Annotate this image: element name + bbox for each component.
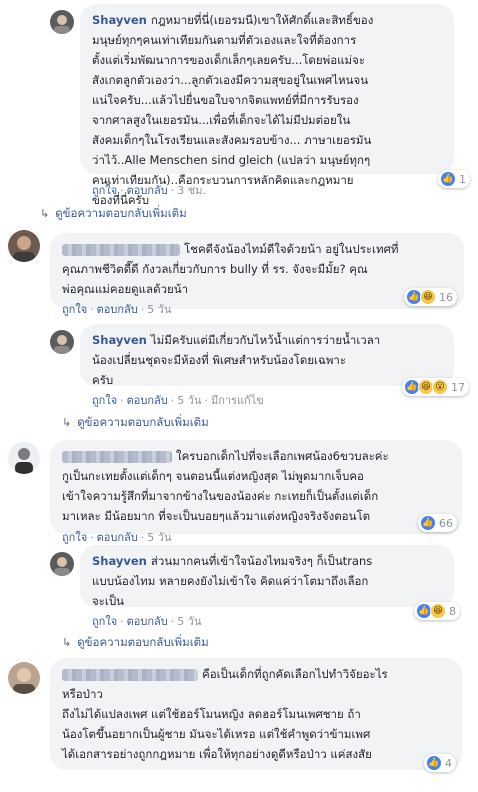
avatar[interactable] (50, 10, 74, 34)
comment-line: หรือป่าว (62, 687, 103, 701)
reaction-count: 17 (451, 380, 465, 394)
edited-label[interactable]: มีการแก้ไข (211, 394, 264, 407)
reply-link[interactable]: ตอบกลับ (127, 184, 168, 197)
comment-line: มนุษย์ทุกๆคนเท่าเทียมกันตามที่ตัวเองและใ… (92, 33, 357, 47)
comment-line: จากศาลสูงในเยอรมัน...เพื่อที่เด็กจะได้ไม… (92, 113, 351, 127)
comment-line: ตั้งแต่เริ่มพัฒนาการของเด็กเล็กๆเลยครับ.… (92, 53, 366, 67)
comment-line: จะเป็น (92, 594, 125, 608)
comment-line: ใครบอกเด็กไปที่จะเลือกเพศน้อง6ขวบละค่ะ (176, 449, 389, 463)
comment-line: น้องโตขึ้นอยากเป็นผู้ชาย มันจะได้เหรอ แต… (62, 727, 371, 741)
comment-actions: ถูกใจ · ตอบกลับ · 5 วัน (62, 303, 172, 316)
avatar[interactable] (50, 330, 74, 354)
reaction-summary[interactable]: 👍 1 (438, 170, 470, 188)
like-icon: 👍 (420, 515, 436, 531)
reaction-summary[interactable]: 👍 😆 16 (404, 288, 457, 306)
profile-photo-icon (15, 448, 33, 474)
comment-line: น้องเปลี่ยนชุดจะมีห้องที่ พิเศษสำหรับน้อ… (92, 353, 347, 367)
comment-line: คือเป็นเด็กที่ถูกคัดเลือกไปทำวิจัยอะไร (202, 667, 388, 681)
like-link[interactable]: ถูกใจ (62, 303, 87, 316)
reply-arrow-icon: ↳ (40, 207, 50, 220)
avatar[interactable] (8, 662, 40, 694)
comment-bubble: โชคดีจังน้องไทม์ดีใจด้วยน้า อยู่ในประเทศ… (50, 233, 464, 309)
comment-line: ได้เอกสารอย่างถูกกฎหมาย เพื่อให้ทุกอย่าง… (62, 747, 372, 761)
like-link[interactable]: ถูกใจ (62, 531, 87, 544)
profile-photo-icon (54, 335, 70, 354)
more-replies-label: ดูข้อความตอบกลับเพิ่มเติม (77, 635, 209, 649)
comment-line: สังเกตลูกตัวเองว่า...ลูกตัวเองมีความสุขอ… (92, 73, 369, 87)
comment-author[interactable]: Shayven (92, 13, 147, 27)
like-icon: 👍 (426, 755, 442, 771)
reply-arrow-icon: ↳ (62, 636, 72, 649)
comment-line: กูเป็นกะเทยตั้งแต่เด็กๆ จนตอนนี้แต่งหญิง… (62, 469, 364, 483)
comment-actions: ถูกใจ · ตอบกลับ · 5 วัน (62, 531, 172, 544)
comment-bubble: ใครบอกเด็กไปที่จะเลือกเพศน้อง6ขวบละค่ะ ก… (50, 440, 462, 534)
more-replies-label: ดูข้อความตอบกลับเพิ่มเติม (77, 415, 209, 429)
reaction-summary[interactable]: 👍 4 (424, 754, 456, 772)
more-replies-link[interactable]: ↳ ดูข้อความตอบกลับเพิ่มเติม (62, 414, 209, 432)
reaction-summary[interactable]: 👍 😆 😮 17 (402, 378, 469, 396)
comment-line: แน่ใจครับ...แล้วไปยื่นขอใบจากจิตแพทย์ที่… (92, 93, 359, 107)
blurred-author-name[interactable] (62, 243, 180, 256)
comment-line: มาเหละ มีน้อยมาก ที่จะเป็นบอยๆแล้วมาแต่ง… (62, 509, 371, 523)
reply-link[interactable]: ตอบกลับ (127, 394, 168, 407)
more-replies-link[interactable]: ↳ ดูข้อความตอบกลับเพิ่มเติม (40, 205, 187, 223)
comment-author[interactable]: Shayven (92, 333, 147, 347)
comment-line: ไม่มีครับแต่มีเกี่ยวกับไหว้น้ำแต่การว่าย… (150, 333, 381, 347)
comment-bubble: Shayven ไม่มีครับแต่มีเกี่ยวกับไหว้น้ำแต่… (80, 324, 454, 387)
reaction-count: 16 (439, 290, 453, 304)
haha-icon: 😆 (420, 289, 436, 305)
comment-actions: ถูกใจ · ตอบกลับ · 5 วัน (92, 615, 202, 628)
comment-bubble: Shayven กฎหมายที่นี่(เยอรมนี)เขาให้ศักดิ์… (80, 4, 454, 207)
timestamp[interactable]: 5 วัน (147, 531, 171, 544)
reaction-count: 1 (459, 172, 466, 186)
comment-actions: ถูกใจ · ตอบกลับ · 5 วัน · มีการแก้ไข (92, 394, 264, 407)
wow-icon: 😮 (432, 379, 448, 395)
more-replies-link[interactable]: ↳ ดูข้อความตอบกลับเพิ่มเติม (62, 634, 209, 652)
comment-line: ครับ (92, 373, 114, 387)
avatar[interactable] (8, 230, 40, 262)
comment-line: ถึงไม่ได้แปลงเพศ แต่ใช้ฮอร์โมนหญิง ลดฮอร… (62, 707, 361, 721)
like-link[interactable]: ถูกใจ (92, 184, 117, 197)
comment-line: ว่าไว้..Alle Menschen sind gleich (แปลว่… (92, 153, 371, 167)
avatar[interactable] (8, 442, 40, 474)
profile-photo-icon (54, 557, 70, 576)
comment-bubble: Shayven ส่วนมากคนที่เข้าใจน้องไทมจริงๆ ก็… (80, 545, 454, 608)
avatar[interactable] (50, 552, 74, 576)
timestamp[interactable]: 5 วัน (177, 615, 201, 628)
like-link[interactable]: ถูกใจ (92, 394, 117, 407)
reaction-count: 66 (439, 516, 453, 530)
blurred-author-name[interactable] (62, 450, 172, 463)
more-replies-label: ดูข้อความตอบกลับเพิ่มเติม (55, 206, 187, 220)
profile-photo-icon (13, 668, 35, 694)
reply-link[interactable]: ตอบกลับ (127, 615, 168, 628)
comment-line: ส่วนมากคนที่เข้าใจน้องไทมจริงๆ ก็เป็นtra… (150, 554, 373, 568)
reaction-count: 8 (449, 604, 456, 618)
like-icon: 👍 (440, 171, 456, 187)
timestamp[interactable]: 5 วัน (177, 394, 201, 407)
profile-photo-icon (54, 15, 70, 34)
comment-bubble: คือเป็นเด็กที่ถูกคัดเลือกไปทำวิจัยอะไร ห… (50, 658, 462, 770)
comment-line: เข้าใจความรู้สึกที่มาจากข้างในของน้องค่ะ… (62, 489, 379, 503)
profile-photo-icon (13, 236, 35, 262)
comment-actions: ถูกใจ · ตอบกลับ · 3 ชม. (92, 184, 206, 197)
comment-line: โชคดีจังน้องไทม์ดีใจด้วยน้า อยู่ในประเทศ… (184, 242, 399, 256)
comment-line: พ่อคุณแม่คอยดูแลด้วยน้า (62, 282, 189, 296)
reaction-summary[interactable]: 👍 😆 8 (414, 602, 460, 620)
comment-line: แบบน้องไทม หลายคงยังไม่เข้าใจ คิดแค่ว่าโ… (92, 574, 369, 588)
comment-line: สังคมเด็กๆในโรงเรียนและสังคมรอบข้าง... ภ… (92, 133, 372, 147)
reply-link[interactable]: ตอบกลับ (97, 531, 138, 544)
comment-line: คุณภาพชีวิตดี๊ดี กังวลเกี่ยวกับการ bully… (62, 262, 368, 276)
blurred-author-name[interactable] (62, 668, 198, 681)
timestamp[interactable]: 5 วัน (147, 303, 171, 316)
comment-author[interactable]: Shayven (92, 554, 147, 568)
reply-link[interactable]: ตอบกลับ (97, 303, 138, 316)
timestamp[interactable]: 3 ชม. (177, 184, 206, 197)
reaction-summary[interactable]: 👍 66 (418, 514, 457, 532)
comment-line: กฎหมายที่นี่(เยอรมนี)เขาให้ศักดิ์และสิทธ… (150, 13, 374, 27)
reply-arrow-icon: ↳ (62, 416, 72, 429)
like-link[interactable]: ถูกใจ (92, 615, 117, 628)
haha-icon: 😆 (430, 603, 446, 619)
reaction-count: 4 (445, 756, 452, 770)
